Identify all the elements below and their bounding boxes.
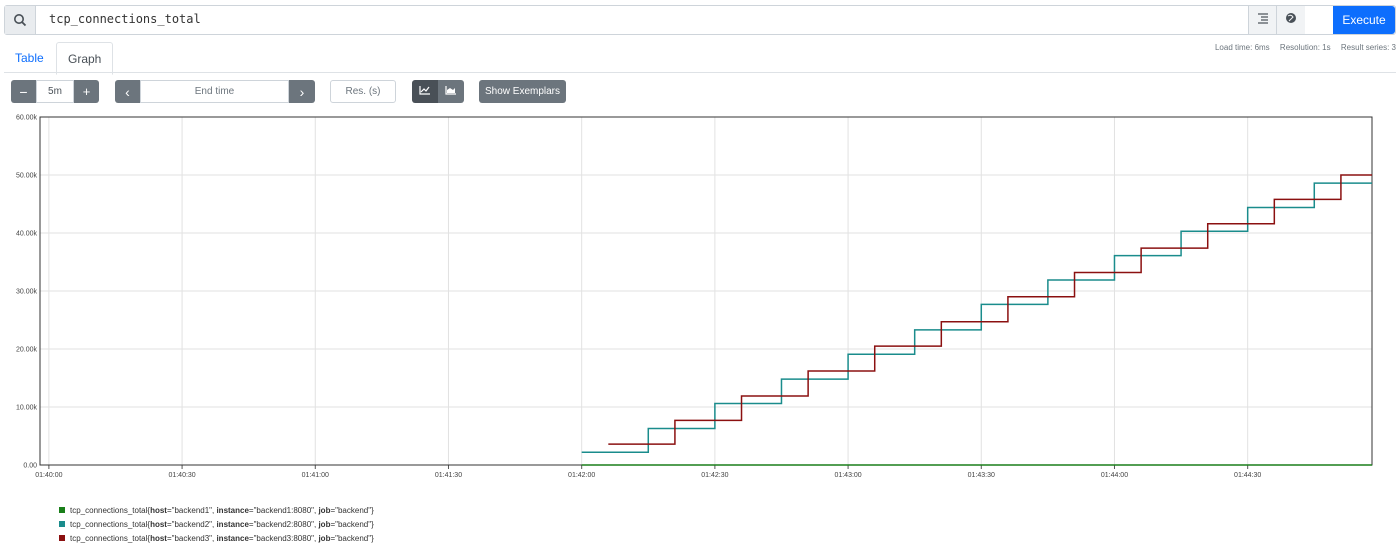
format-button[interactable]	[1248, 6, 1277, 34]
tab-table[interactable]: Table	[4, 42, 55, 73]
globe-icon	[1285, 11, 1297, 29]
end-time-input[interactable]: End time	[140, 80, 289, 103]
x-tick-label: 01:40:30	[168, 472, 195, 479]
legend-job: "backend"	[335, 505, 372, 515]
range-increase-button[interactable]: +	[74, 80, 99, 103]
end-time-forward-button[interactable]: ›	[289, 80, 315, 103]
legend-swatch	[59, 535, 65, 541]
legend-prefix: tcp_connections_total{	[70, 505, 151, 515]
legend-host: "backend2"	[171, 519, 212, 529]
x-tick-label: 01:42:30	[701, 472, 728, 479]
format-icon	[1257, 11, 1269, 29]
y-tick-label: 60.00k	[16, 115, 38, 122]
end-time-back-button[interactable]: ‹	[115, 80, 140, 103]
legend-instance: "backend1:8080"	[253, 505, 314, 515]
legend-suffix: }	[371, 505, 374, 515]
metrics-explorer-button[interactable]	[1276, 6, 1305, 34]
x-tick-label: 01:43:30	[968, 472, 995, 479]
tab-graph[interactable]: Graph	[56, 42, 114, 75]
result-series: Result series: 3	[1340, 43, 1396, 52]
legend-prefix: tcp_connections_total{	[70, 519, 151, 529]
stacked-chart-button[interactable]	[438, 80, 464, 103]
y-tick-label: 10.00k	[16, 405, 38, 412]
x-tick-label: 01:44:00	[1101, 472, 1128, 479]
query-stats: Load time: 6ms Resolution: 1s Result ser…	[1207, 43, 1396, 52]
x-tick-label: 01:43:00	[834, 472, 861, 479]
expression-input[interactable]: tcp_connections_total	[49, 12, 201, 26]
x-tick-label: 01:41:30	[435, 472, 462, 479]
show-exemplars-button[interactable]: Show Exemplars	[479, 80, 566, 103]
graph-legend: tcp_connections_total{host = "backend1", i…	[59, 503, 374, 545]
search-icon	[5, 6, 36, 34]
resolution: Resolution: 1s	[1279, 43, 1331, 52]
range-input[interactable]: 5m	[36, 80, 74, 103]
legend-suffix: }	[371, 533, 374, 543]
expression-input-container[interactable]: tcp_connections_total Execute	[4, 5, 1396, 35]
y-tick-label: 20.00k	[16, 347, 38, 354]
execute-button[interactable]: Execute	[1333, 6, 1395, 34]
legend-job: "backend"	[335, 533, 372, 543]
y-tick-label: 50.00k	[16, 173, 38, 180]
load-time: Load time: 6ms	[1214, 43, 1270, 52]
legend-suffix: }	[371, 519, 374, 529]
legend-item[interactable]: tcp_connections_total{host = "backend1", i…	[59, 503, 374, 517]
graph-chart[interactable]: 0.00 10.00k 20.00k 30.00k 40.00k 50.00k 60.00k…	[0, 110, 1400, 495]
query-bar: tcp_connections_total Execute	[0, 0, 1400, 36]
y-tick-label: 40.00k	[16, 231, 38, 238]
x-tick-label: 01:44:30	[1234, 472, 1261, 479]
area-chart-icon	[445, 85, 457, 98]
legend-prefix: tcp_connections_total{	[70, 533, 151, 543]
legend-swatch	[59, 521, 65, 527]
y-tick-label: 30.00k	[16, 289, 38, 296]
legend-instance: "backend2:8080"	[253, 519, 314, 529]
legend-instance: "backend3:8080"	[253, 533, 314, 543]
line-chart-icon	[419, 85, 431, 98]
legend-host: "backend3"	[171, 533, 212, 543]
line-chart-button[interactable]	[412, 80, 438, 103]
legend-job: "backend"	[335, 519, 372, 529]
x-tick-label: 01:41:00	[302, 472, 329, 479]
y-tick-label: 0.00	[23, 463, 37, 470]
resolution-input[interactable]: Res. (s)	[330, 80, 396, 103]
legend-host: "backend1"	[171, 505, 212, 515]
tab-divider	[4, 72, 1396, 73]
range-decrease-button[interactable]: −	[11, 80, 36, 103]
legend-swatch	[59, 507, 65, 513]
x-tick-label: 01:40:00	[35, 472, 62, 479]
x-tick-label: 01:42:00	[568, 472, 595, 479]
legend-item[interactable]: tcp_connections_total{host = "backend2", i…	[59, 517, 374, 531]
